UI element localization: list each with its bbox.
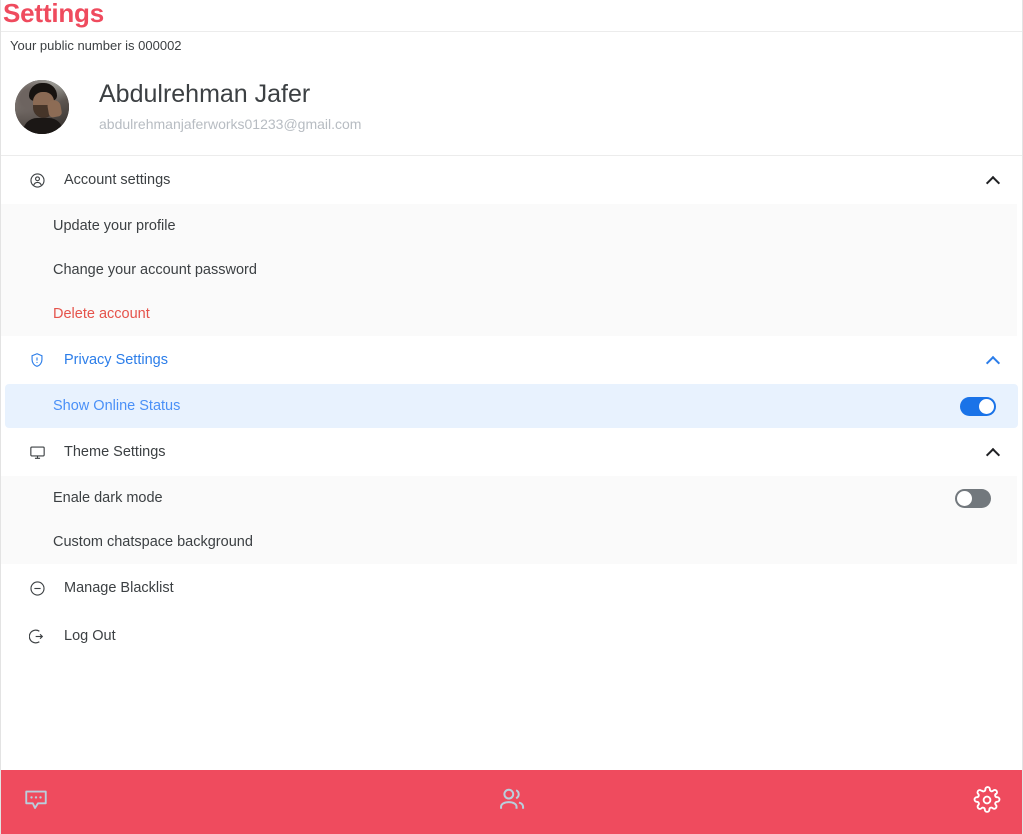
minus-circle-icon bbox=[28, 579, 46, 597]
bottom-navigation-bar bbox=[1, 770, 1022, 834]
section-label-theme-settings: Theme Settings bbox=[64, 444, 166, 460]
user-circle-icon bbox=[28, 171, 46, 189]
chat-bubble-icon bbox=[21, 785, 51, 820]
nav-button-contacts[interactable] bbox=[495, 785, 529, 819]
menu-item-label: Custom chatspace background bbox=[53, 534, 253, 550]
logout-icon bbox=[28, 627, 46, 645]
subpanel-theme-settings: Enale dark mode Custom chatspace backgro… bbox=[1, 476, 1017, 564]
section-label-log-out: Log Out bbox=[64, 628, 116, 644]
users-icon bbox=[496, 784, 528, 821]
menu-item-change-password[interactable]: Change your account password bbox=[1, 248, 1017, 292]
section-header-privacy-settings[interactable]: Privacy Settings bbox=[1, 336, 1022, 384]
menu-item-label: Delete account bbox=[53, 306, 150, 322]
profile-name: Abdulrehman Jafer bbox=[99, 80, 311, 108]
menu-item-label: Change your account password bbox=[53, 262, 257, 278]
menu-item-delete-account[interactable]: Delete account bbox=[1, 292, 1017, 336]
public-number-row: Your public number is 000002 bbox=[1, 31, 1022, 58]
chevron-up-icon-privacy[interactable] bbox=[986, 353, 1000, 367]
menu-item-label: Enale dark mode bbox=[53, 490, 163, 506]
menu-item-label: Show Online Status bbox=[53, 398, 181, 414]
toggle-dark-mode[interactable] bbox=[955, 488, 991, 508]
avatar[interactable] bbox=[15, 79, 69, 134]
section-label-account-settings: Account settings bbox=[64, 172, 171, 188]
chevron-up-icon-theme[interactable] bbox=[986, 445, 1000, 459]
menu-item-custom-chatspace-background[interactable]: Custom chatspace background bbox=[1, 520, 1017, 564]
profile-summary[interactable]: Abdulrehman Jafer abdulrehmanjaferworks0… bbox=[1, 58, 1022, 156]
profile-text: Abdulrehman Jafer abdulrehmanjaferworks0… bbox=[99, 79, 361, 134]
settings-list: Account settings Update your profile Cha… bbox=[1, 156, 1022, 770]
gear-icon bbox=[973, 785, 1001, 819]
page-title: Settings bbox=[3, 0, 104, 28]
nav-center-wrapper bbox=[53, 785, 970, 819]
section-label-manage-blacklist: Manage Blacklist bbox=[64, 580, 174, 596]
section-header-theme-settings[interactable]: Theme Settings bbox=[1, 428, 1022, 476]
section-header-manage-blacklist[interactable]: Manage Blacklist bbox=[1, 564, 1022, 612]
monitor-icon bbox=[28, 443, 46, 461]
section-label-privacy-settings: Privacy Settings bbox=[64, 352, 168, 368]
nav-button-settings[interactable] bbox=[970, 785, 1004, 819]
page-title-bar: Settings bbox=[1, 0, 1022, 31]
toggle-show-online-status[interactable] bbox=[960, 396, 996, 416]
toggle-knob bbox=[957, 490, 972, 506]
avatar-body bbox=[23, 117, 63, 134]
subpanel-account-settings: Update your profile Change your account … bbox=[1, 204, 1017, 336]
shield-info-icon bbox=[28, 351, 46, 369]
menu-item-enable-dark-mode[interactable]: Enale dark mode bbox=[1, 476, 1017, 520]
chevron-up-icon-account[interactable] bbox=[986, 173, 1000, 187]
menu-item-update-profile[interactable]: Update your profile bbox=[1, 204, 1017, 248]
toggle-knob bbox=[979, 398, 994, 414]
nav-button-chats[interactable] bbox=[19, 785, 53, 819]
profile-email: abdulrehmanjaferworks01233@gmail.com bbox=[99, 116, 362, 132]
settings-page: Settings Your public number is 000002 Ab… bbox=[0, 0, 1023, 834]
menu-item-label: Update your profile bbox=[53, 218, 176, 234]
section-header-log-out[interactable]: Log Out bbox=[1, 612, 1022, 660]
section-header-account-settings[interactable]: Account settings bbox=[1, 156, 1022, 204]
subpanel-privacy-settings: Show Online Status bbox=[1, 384, 1022, 428]
public-number-text: Your public number is 000002 bbox=[10, 37, 182, 53]
menu-item-show-online-status[interactable]: Show Online Status bbox=[5, 384, 1018, 428]
